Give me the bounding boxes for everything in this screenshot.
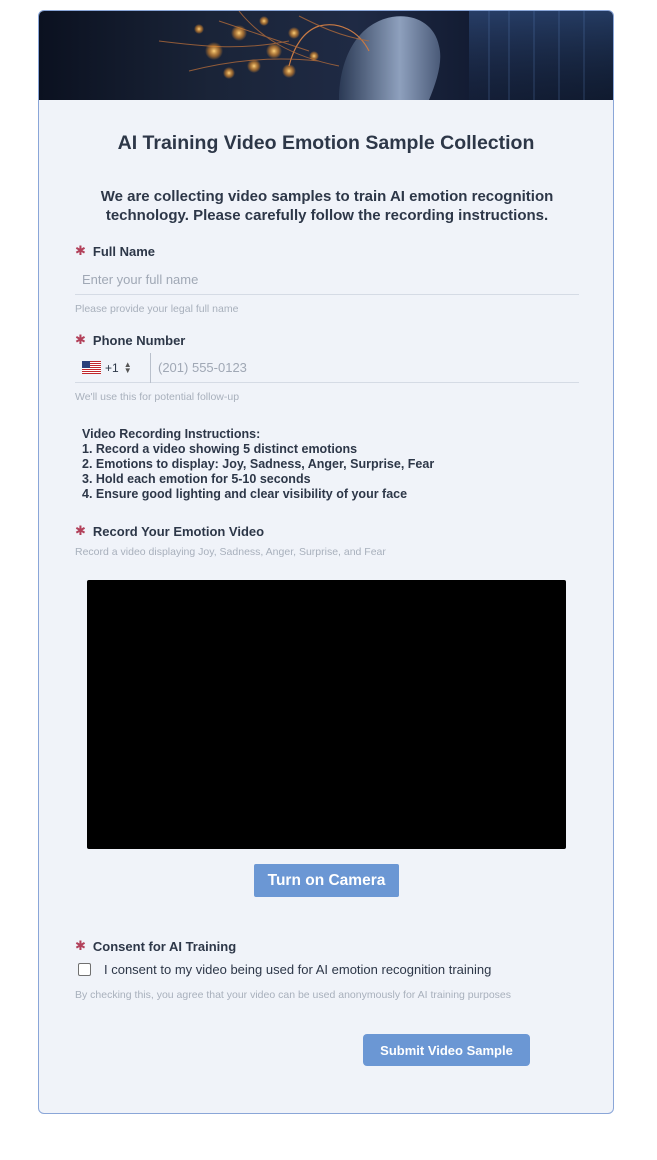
required-icon: ✱ [75,938,86,953]
turn-on-camera-button[interactable]: Turn on Camera [254,864,399,897]
video-label-text: Record Your Emotion Video [92,523,265,539]
recording-instructions: Video Recording Instructions: 1. Record … [82,427,434,502]
consent-checkbox[interactable] [78,963,91,976]
video-hint: Record a video displaying Joy, Sadness, … [75,546,386,558]
required-icon: ✱ [75,523,86,538]
video-preview [87,580,566,849]
phone-field: +1 ▲ ▼ [75,352,579,383]
consent-label-text: Consent for AI Training [92,938,237,954]
intro-text: We are collecting video samples to train… [100,188,554,224]
full-name-input[interactable] [75,264,579,295]
instruction-step: 3. Hold each emotion for 5-10 seconds [82,472,311,486]
page-title: AI Training Video Emotion Sample Collect… [117,132,535,154]
submit-button[interactable]: Submit Video Sample [363,1034,530,1066]
full-name-label: ✱ Full Name [75,243,155,259]
phone-label-text: Phone Number [92,332,186,348]
instructions-heading: Video Recording Instructions: [82,427,261,441]
header-banner-image [39,11,613,100]
us-flag-icon [82,361,101,374]
form-card: AI Training Video Emotion Sample Collect… [38,10,614,1114]
instruction-step: 4. Ensure good lighting and clear visibi… [82,487,408,501]
consent-hint: By checking this, you agree that your vi… [75,989,512,1001]
consent-checkbox-text[interactable]: I consent to my video being used for AI … [104,962,491,977]
required-icon: ✱ [75,243,86,258]
full-name-hint: Please provide your legal full name [75,303,239,315]
phone-input[interactable] [151,352,579,383]
instruction-step: 2. Emotions to display: Joy, Sadness, An… [82,457,435,471]
chevron-updown-icon: ▲ ▼ [123,359,132,375]
country-code: +1 [105,360,119,375]
country-code-select[interactable]: +1 ▲ ▼ [75,352,151,383]
consent-row: I consent to my video being used for AI … [78,962,491,977]
phone-hint: We'll use this for potential follow-up [75,391,240,403]
video-label: ✱ Record Your Emotion Video [75,523,264,539]
phone-label: ✱ Phone Number [75,332,185,348]
full-name-label-text: Full Name [92,243,156,259]
instruction-step: 1. Record a video showing 5 distinct emo… [82,442,358,456]
consent-label: ✱ Consent for AI Training [75,938,236,954]
required-icon: ✱ [75,332,86,347]
